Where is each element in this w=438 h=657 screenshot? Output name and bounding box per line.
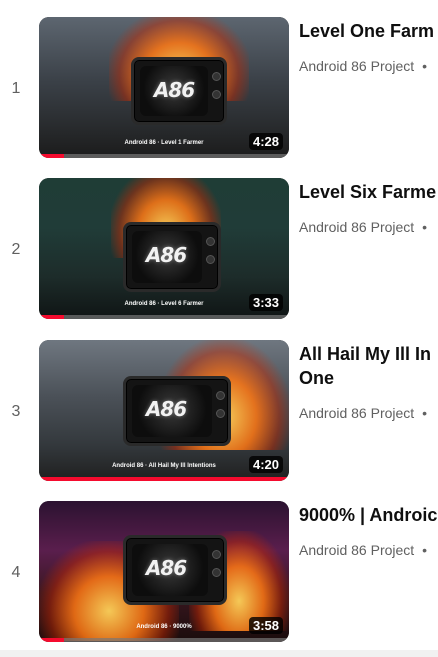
video-title[interactable]: 9000% | Androic — [299, 503, 438, 527]
item-index: 1 — [11, 80, 21, 97]
duration-badge: 4:20 — [248, 456, 283, 473]
item-index: 4 — [11, 564, 21, 581]
playlist-item[interactable]: 2 A86 Android 86 · Level 6 Farmer 3:33 L… — [0, 178, 438, 321]
bottom-edge-bar — [0, 650, 438, 657]
playlist-item[interactable]: 4 A86 Android 86 · 9000% 3:58 9000% | An… — [0, 501, 438, 644]
item-index: 2 — [11, 241, 21, 258]
playlist-item[interactable]: 3 A86 Android 86 · All Hail My Ill Inten… — [0, 340, 438, 483]
duration-badge: 3:33 — [248, 294, 283, 311]
separator-dot: • — [422, 405, 427, 421]
video-title[interactable]: Level One Farm — [299, 19, 438, 43]
video-title[interactable]: All Hail My Ill In One — [299, 342, 438, 390]
watch-progress-bar — [39, 638, 289, 642]
channel-label: Android 86 Project — [299, 219, 415, 235]
item-index: 3 — [11, 403, 21, 420]
separator-dot: • — [422, 542, 427, 558]
channel-name[interactable]: Android 86 Project • — [299, 219, 427, 235]
tv-icon: A86 — [123, 535, 227, 605]
duration-badge: 4:28 — [248, 133, 283, 150]
a86-logo: A86 — [153, 78, 195, 102]
watch-progress-bar — [39, 477, 289, 481]
channel-name[interactable]: Android 86 Project • — [299, 405, 427, 421]
a86-logo: A86 — [145, 397, 187, 421]
tv-icon: A86 — [123, 376, 231, 446]
separator-dot: • — [422, 219, 427, 235]
a86-logo: A86 — [145, 243, 187, 267]
playlist-item[interactable]: 1 A86 Android 86 · Level 1 Farmer 4:28 L… — [0, 17, 438, 160]
video-thumbnail[interactable]: A86 Android 86 · 9000% 3:58 — [39, 501, 289, 642]
video-thumbnail[interactable]: A86 Android 86 · Level 1 Farmer 4:28 — [39, 17, 289, 158]
tv-icon: A86 — [123, 222, 221, 292]
channel-label: Android 86 Project — [299, 542, 415, 558]
channel-label: Android 86 Project — [299, 58, 415, 74]
channel-label: Android 86 Project — [299, 405, 415, 421]
watch-progress-bar — [39, 154, 289, 158]
channel-name[interactable]: Android 86 Project • — [299, 542, 427, 558]
channel-name[interactable]: Android 86 Project • — [299, 58, 427, 74]
duration-badge: 3:58 — [248, 617, 283, 634]
watch-progress-bar — [39, 315, 289, 319]
video-title[interactable]: Level Six Farme — [299, 180, 438, 204]
video-thumbnail[interactable]: A86 Android 86 · Level 6 Farmer 3:33 — [39, 178, 289, 319]
video-thumbnail[interactable]: A86 Android 86 · All Hail My Ill Intenti… — [39, 340, 289, 481]
separator-dot: • — [422, 58, 427, 74]
a86-logo: A86 — [145, 556, 187, 580]
tv-icon: A86 — [131, 57, 227, 125]
